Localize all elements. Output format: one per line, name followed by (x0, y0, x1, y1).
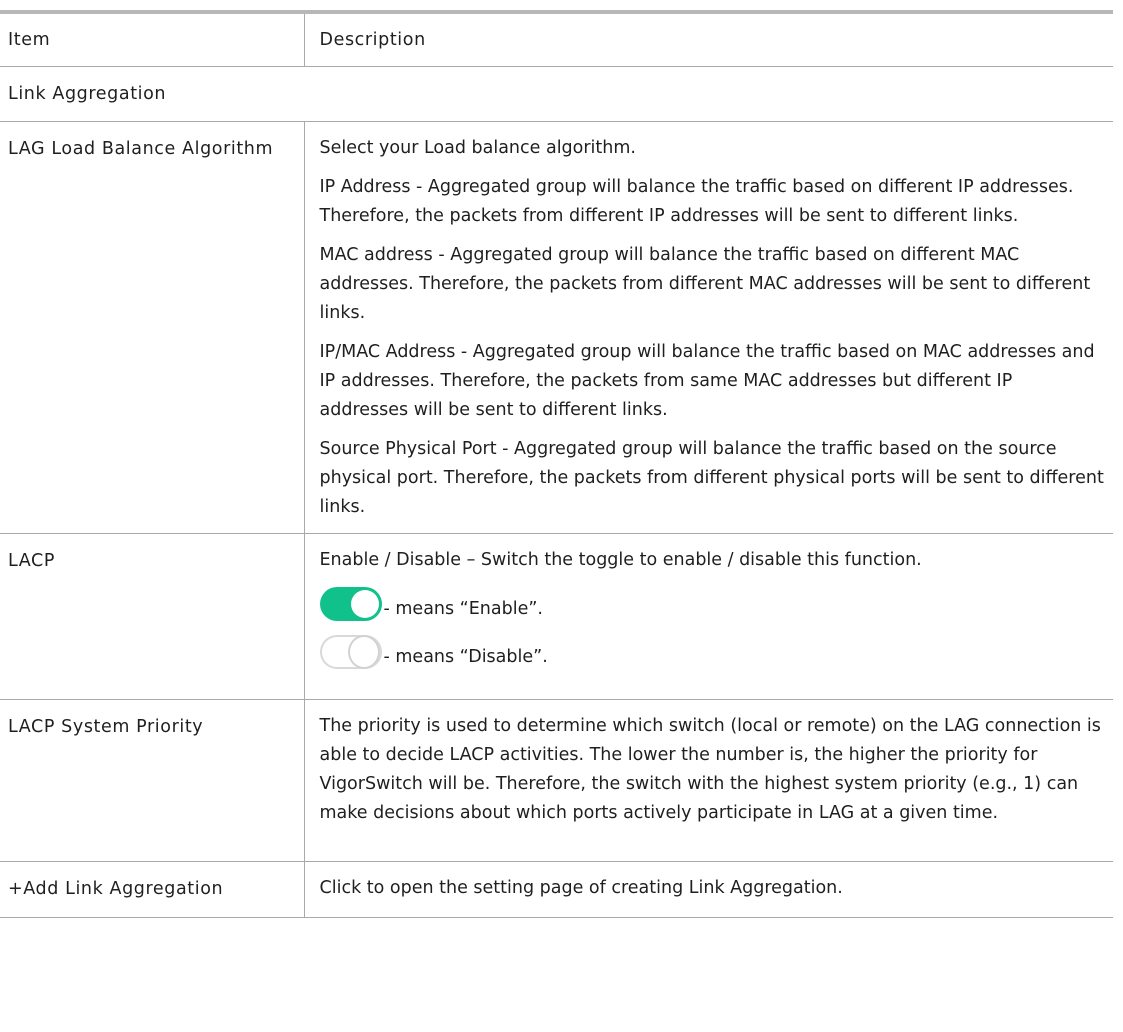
row-label-lag: LAG Load Balance Algorithm (0, 121, 305, 533)
section-row: Link Aggregation (0, 66, 1113, 121)
row-label-add: +Add Link Aggregation (0, 861, 305, 917)
row-desc-add: Click to open the setting page of creati… (304, 861, 1113, 917)
table-row-lacp: LACP Enable / Disable – Switch the toggl… (0, 533, 1113, 699)
desc-paragraph: MAC address - Aggregated group will bala… (319, 244, 1091, 323)
row-label-priority: LACP System Priority (0, 699, 305, 861)
document-page: Item Description Link Aggregation LAG Lo… (0, 0, 1123, 1032)
description-table: Item Description Link Aggregation LAG Lo… (0, 10, 1113, 918)
desc-paragraph: IP Address - Aggregated group will balan… (319, 176, 1074, 226)
toggle-off-icon (319, 634, 382, 669)
table-row-priority: LACP System Priority The priority is use… (0, 699, 1113, 861)
row-desc-lacp: Enable / Disable – Switch the toggle to … (304, 533, 1113, 699)
enable-text: - means “Enable”. (383, 598, 544, 619)
desc-paragraph: Source Physical Port - Aggregated group … (319, 438, 1104, 517)
table-header-row: Item Description (0, 12, 1113, 66)
toggle-enable-line: - means “Enable”. (319, 579, 1106, 621)
desc-paragraph: Select your Load balance algorithm. (319, 137, 637, 158)
disable-text: - means “Disable”. (383, 646, 548, 667)
table-row-add: +Add Link Aggregation Click to open the … (0, 861, 1113, 917)
row-label-lacp: LACP (0, 533, 305, 699)
section-title: Link Aggregation (8, 83, 167, 104)
toggle-disable-line: - means “Disable”. (319, 627, 1106, 669)
desc-paragraph: IP/MAC Address - Aggregated group will b… (319, 341, 1095, 420)
header-description: Description (319, 29, 426, 50)
toggle-on-icon (319, 586, 382, 621)
table-row-lag: LAG Load Balance Algorithm Select your L… (0, 121, 1113, 533)
lacp-text: Enable / Disable – Switch the toggle to … (319, 549, 922, 570)
add-text: Click to open the setting page of creati… (319, 877, 843, 898)
row-desc-lag: Select your Load balance algorithm. IP A… (304, 121, 1113, 533)
header-item: Item (0, 12, 305, 66)
row-desc-priority: The priority is used to determine which … (304, 699, 1113, 861)
priority-text: The priority is used to determine which … (319, 715, 1101, 823)
